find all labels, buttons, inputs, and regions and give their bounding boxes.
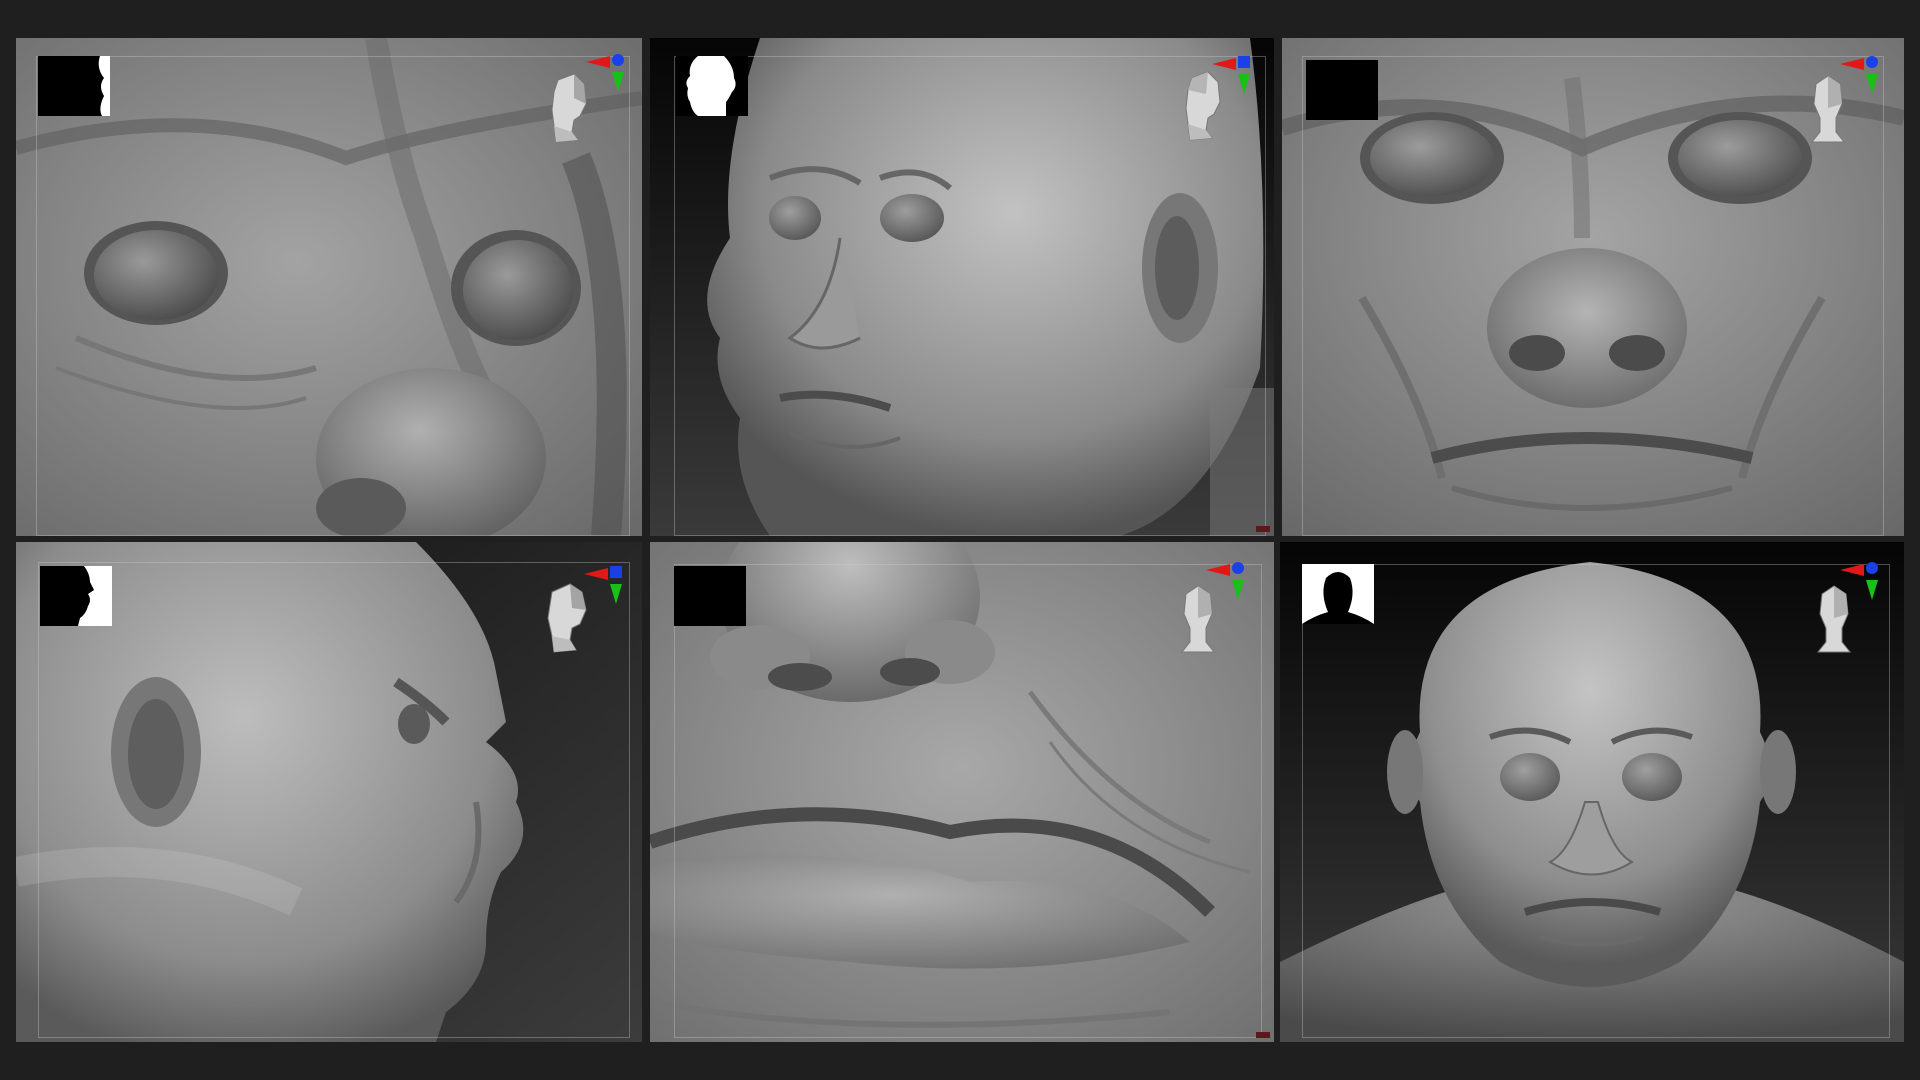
silhouette-thumbnail[interactable] (676, 56, 748, 116)
axis-gizmo-icon[interactable] (582, 560, 630, 608)
silhouette-thumbnail[interactable] (38, 56, 110, 116)
viewport-three-quarter-head[interactable] (650, 38, 1274, 536)
axis-gizmo-icon[interactable] (584, 48, 632, 96)
silhouette-thumbnail[interactable] (1302, 564, 1374, 624)
axis-gizmo-icon[interactable] (1210, 50, 1258, 98)
viewport-eye-nose-closeup[interactable] (16, 38, 642, 536)
viewport-front-full-head[interactable] (1280, 542, 1904, 1042)
corner-marker (1256, 526, 1270, 532)
silhouette-thumbnail[interactable] (40, 566, 112, 626)
silhouette-thumbnail[interactable] (674, 566, 746, 626)
axis-gizmo-icon[interactable] (1838, 556, 1886, 604)
silhouette-thumbnail[interactable] (1306, 60, 1378, 120)
corner-marker (1256, 1032, 1270, 1038)
viewport-front-eyes-nose[interactable] (1282, 38, 1904, 536)
viewport-side-profile-head[interactable] (16, 542, 642, 1042)
viewport-grid (0, 0, 1920, 1080)
axis-gizmo-icon[interactable] (1838, 50, 1886, 98)
axis-gizmo-icon[interactable] (1204, 556, 1252, 604)
viewport-nose-mouth-closeup[interactable] (650, 542, 1274, 1042)
